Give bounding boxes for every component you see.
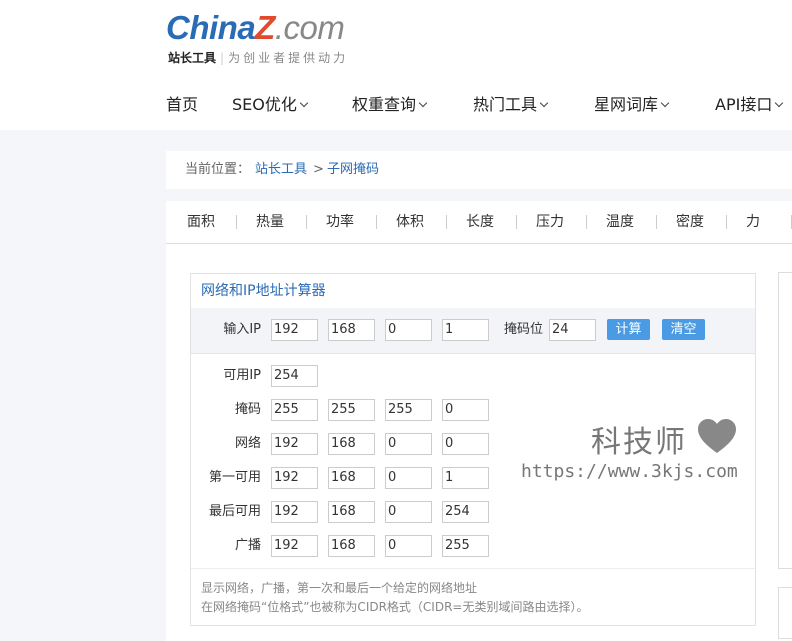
clear-button[interactable]: 清空: [662, 319, 705, 340]
side-panel: [778, 272, 792, 569]
tab-divider: [586, 215, 587, 229]
chevron-down-icon: [418, 98, 428, 108]
description-line-1: 显示网络，广播，第一次和最后一个给定的网络地址: [201, 581, 478, 595]
mask-octet-4-output[interactable]: 0: [442, 399, 489, 421]
tab-pressure[interactable]: 压力: [536, 201, 564, 243]
breadcrumb-separator: >: [313, 162, 324, 177]
tab-divider: [726, 215, 727, 229]
last-usable-octet-3-output[interactable]: 0: [385, 501, 432, 523]
nav-tools[interactable]: 热门工具: [473, 93, 549, 117]
first-usable-octet-2-output[interactable]: 168: [328, 467, 375, 489]
usable-ip-label: 可用IP: [223, 368, 261, 383]
last-usable-label: 最后可用: [208, 504, 261, 519]
broadcast-octet-4-output[interactable]: 255: [442, 535, 489, 557]
logo-wordmark: ChinaZ.com: [166, 9, 345, 46]
site-header: ChinaZ.com 站长工具 | 为创业者提供动力 首页 SEO优化 权重查询 热…: [0, 0, 792, 130]
mask-bits-input[interactable]: 24: [549, 319, 596, 341]
tab-divider: [656, 215, 657, 229]
network-octet-4-output[interactable]: 0: [442, 433, 489, 455]
side-panel-2: [778, 587, 792, 639]
nav-seo[interactable]: SEO优化: [232, 93, 309, 117]
broadcast-octet-2-output[interactable]: 168: [328, 535, 375, 557]
tab-power[interactable]: 功率: [326, 201, 354, 243]
broadcast-octet-3-output[interactable]: 0: [385, 535, 432, 557]
calculate-button[interactable]: 计算: [607, 319, 650, 340]
network-octet-3-output[interactable]: 0: [385, 433, 432, 455]
logo[interactable]: ChinaZ.com 站长工具 | 为创业者提供动力: [166, 8, 345, 65]
nav-home[interactable]: 首页: [166, 93, 198, 117]
chevron-down-icon: [539, 98, 549, 108]
ip-octet-2-input[interactable]: 168: [328, 319, 375, 341]
network-octet-2-output[interactable]: 168: [328, 433, 375, 455]
heart-icon: [698, 419, 736, 453]
tab-divider: [446, 215, 447, 229]
broadcast-label: 广播: [234, 538, 261, 553]
description-line-2: 在网络掩码“位格式”也被称为CIDR格式（CIDR=无类别域间路由选择）。: [201, 600, 589, 614]
tab-volume[interactable]: 体积: [396, 201, 424, 243]
ip-octet-4-input[interactable]: 1: [442, 319, 489, 341]
mask-octet-3-output[interactable]: 255: [385, 399, 432, 421]
watermark-url: https://www.3kjs.com: [521, 461, 738, 482]
chevron-down-icon: [299, 98, 309, 108]
ip-octet-3-input[interactable]: 0: [385, 319, 432, 341]
first-usable-octet-4-output[interactable]: 1: [442, 467, 489, 489]
logo-tagline: 站长工具 | 为创业者提供动力: [168, 51, 349, 65]
ip-input-row: 输入IP 192 168 0 1 掩码位 24 计算 清空: [191, 308, 755, 354]
mask-label: 掩码: [234, 402, 261, 417]
first-usable-octet-3-output[interactable]: 0: [385, 467, 432, 489]
tab-temperature[interactable]: 温度: [606, 201, 634, 243]
input-ip-label: 输入IP: [223, 322, 261, 337]
usable-ip-output[interactable]: 254: [271, 365, 318, 387]
last-usable-octet-4-output[interactable]: 254: [442, 501, 489, 523]
tab-area[interactable]: 面积: [187, 201, 215, 243]
mask-octet-2-output[interactable]: 255: [328, 399, 375, 421]
calculator-description: 显示网络，广播，第一次和最后一个给定的网络地址 在网络掩码“位格式”也被称为CI…: [191, 568, 755, 617]
tab-density[interactable]: 密度: [676, 201, 704, 243]
tab-divider: [516, 215, 517, 229]
last-usable-octet-1-output[interactable]: 192: [271, 501, 318, 523]
ip-octet-1-input[interactable]: 192: [271, 319, 318, 341]
watermark-title: 科技师: [591, 425, 687, 460]
breadcrumb: 当前位置： 站长工具 > 子网掩码: [166, 151, 792, 189]
breadcrumb-link-tools[interactable]: 站长工具: [255, 151, 307, 189]
nav-keywords[interactable]: 星网词库: [594, 93, 670, 117]
network-octet-1-output[interactable]: 192: [271, 433, 318, 455]
mask-octet-1-output[interactable]: 255: [271, 399, 318, 421]
broadcast-octet-1-output[interactable]: 192: [271, 535, 318, 557]
tab-divider: [236, 215, 237, 229]
breadcrumb-label: 当前位置：: [185, 162, 251, 177]
first-usable-label: 第一可用: [208, 470, 261, 485]
mask-bits-label: 掩码位: [503, 322, 543, 337]
tab-length[interactable]: 长度: [466, 201, 494, 243]
breadcrumb-link-subnet[interactable]: 子网掩码: [327, 151, 379, 189]
first-usable-octet-1-output[interactable]: 192: [271, 467, 318, 489]
tab-force[interactable]: 力: [746, 201, 760, 243]
last-usable-octet-2-output[interactable]: 168: [328, 501, 375, 523]
unit-tabs: 面积 热量 功率 体积 长度 压力 温度 密度 力: [166, 201, 792, 244]
chevron-down-icon: [775, 98, 784, 108]
calculator-title: 网络和IP地址计算器: [191, 274, 755, 309]
chevron-down-icon: [660, 98, 670, 108]
nav-weight[interactable]: 权重查询: [352, 93, 428, 117]
nav-api[interactable]: API接口: [715, 93, 784, 117]
tab-divider: [306, 215, 307, 229]
network-label: 网络: [234, 436, 261, 451]
tab-divider: [376, 215, 377, 229]
tab-heat[interactable]: 热量: [256, 201, 284, 243]
